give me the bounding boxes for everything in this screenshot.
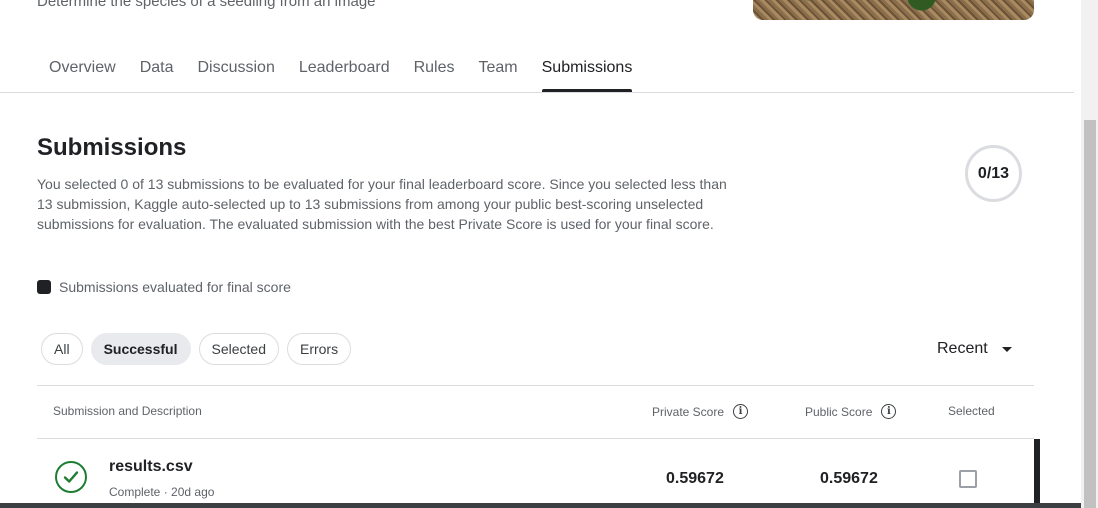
select-submission-checkbox[interactable] — [959, 470, 977, 488]
check-circle-icon — [55, 461, 87, 493]
competition-subtitle: Determine the species of a seedling from… — [37, 0, 376, 10]
sort-label: Recent — [937, 340, 988, 357]
caret-down-icon — [1001, 346, 1012, 352]
tabs-divider — [0, 92, 1074, 93]
table-header-divider — [37, 438, 1034, 439]
column-header-submission-label: Submission and Description — [53, 404, 202, 418]
filter-chips: All Successful Selected Errors — [41, 333, 352, 365]
final-score-legend: Submissions evaluated for final score — [37, 279, 291, 295]
sort-dropdown[interactable]: Recent — [937, 340, 1012, 358]
submission-filename[interactable]: results.csv — [109, 458, 193, 476]
private-score-value: 0.59672 — [666, 470, 724, 487]
submissions-description: You selected 0 of 13 submissions to be e… — [37, 176, 727, 232]
column-header-public-score: Public Score i — [805, 404, 897, 419]
tab-leaderboard[interactable]: Leaderboard — [287, 52, 402, 92]
tab-overview[interactable]: Overview — [37, 52, 128, 92]
column-header-selected: Selected — [948, 404, 995, 418]
competition-tabs: Overview Data Discussion Leaderboard Rul… — [37, 52, 644, 92]
filter-chip-all[interactable]: All — [41, 333, 83, 365]
bottom-bar — [0, 503, 1081, 508]
legend-swatch — [37, 280, 51, 294]
row-selection-edge — [1034, 439, 1040, 508]
filter-chip-errors[interactable]: Errors — [286, 333, 352, 365]
legend-label: Submissions evaluated for final score — [59, 279, 291, 295]
info-icon[interactable]: i — [733, 404, 749, 419]
submission-time: · 20d ago — [163, 485, 215, 499]
submission-status: Complete — [109, 485, 161, 499]
tab-team[interactable]: Team — [467, 52, 530, 92]
selection-counter: 0/13 — [965, 145, 1022, 202]
filter-chip-successful[interactable]: Successful — [90, 333, 191, 365]
column-header-private-score: Private Score i — [652, 404, 749, 419]
tab-submissions[interactable]: Submissions — [530, 52, 645, 92]
tab-discussion[interactable]: Discussion — [185, 52, 286, 92]
tab-rules[interactable]: Rules — [402, 52, 467, 92]
filter-chip-selected[interactable]: Selected — [198, 333, 279, 365]
table-top-divider — [37, 385, 1034, 386]
column-header-private-label: Private Score — [652, 404, 725, 419]
tab-data[interactable]: Data — [128, 52, 186, 92]
column-header-selected-label: Selected — [948, 404, 995, 418]
info-icon[interactable]: i — [881, 404, 897, 419]
page-title: Submissions — [37, 134, 187, 161]
column-header-public-label: Public Score — [805, 404, 873, 419]
column-header-submission: Submission and Description — [53, 404, 202, 418]
check-mark — [63, 471, 79, 483]
public-score-value: 0.59672 — [820, 470, 878, 487]
submission-meta: Complete · 20d ago — [109, 485, 214, 499]
competition-header-image — [753, 0, 1034, 20]
scrollbar-thumb[interactable] — [1084, 120, 1096, 508]
